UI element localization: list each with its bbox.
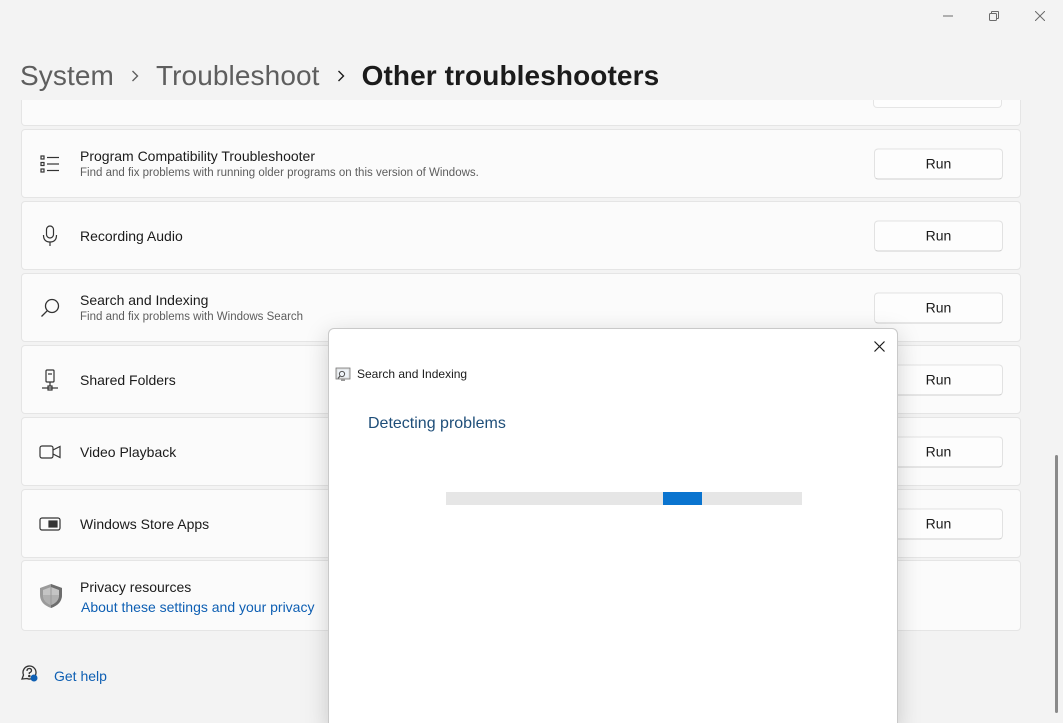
shield-icon — [38, 583, 64, 614]
troubleshooter-title: Video Playback — [80, 443, 177, 460]
run-button-partial[interactable] — [873, 100, 1002, 108]
minimize-button[interactable] — [925, 0, 971, 32]
run-button[interactable]: Run — [874, 220, 1003, 251]
troubleshooter-title: Program Compatibility Troubleshooter — [80, 147, 315, 164]
troubleshooter-recording-audio: Recording Audio Run — [21, 201, 1021, 270]
close-icon — [1035, 11, 1045, 21]
run-button[interactable]: Run — [874, 148, 1003, 179]
privacy-link[interactable]: About these settings and your privacy — [81, 599, 314, 615]
dialog-header: Search and Indexing — [335, 366, 467, 382]
troubleshooter-title: Search and Indexing — [80, 291, 209, 308]
progress-indicator — [663, 492, 702, 505]
dialog-app-title: Search and Indexing — [357, 367, 468, 381]
chevron-right-icon — [337, 70, 345, 82]
troubleshooter-app-icon — [335, 366, 351, 382]
troubleshooter-description: Find and fix problems with running older… — [80, 166, 479, 179]
get-help-label[interactable]: Get help — [54, 668, 107, 684]
list-icon — [39, 153, 61, 175]
scrollbar-thumb[interactable] — [1055, 455, 1058, 713]
page-title: Other troubleshooters — [361, 60, 660, 91]
run-button[interactable]: Run — [874, 292, 1003, 323]
minimize-icon — [943, 15, 953, 17]
privacy-title: Privacy resources — [80, 579, 192, 595]
restore-button[interactable] — [971, 0, 1017, 32]
network-drive-icon — [39, 368, 61, 391]
troubleshooter-description: Find and fix problems with Windows Searc… — [80, 310, 304, 323]
breadcrumb-troubleshoot[interactable]: Troubleshoot — [156, 60, 320, 92]
close-icon — [873, 340, 885, 352]
help-chat-icon — [20, 664, 38, 687]
close-window-button[interactable] — [1017, 0, 1063, 32]
troubleshooter-program-compatibility: Program Compatibility Troubleshooter Fin… — [21, 129, 1021, 198]
progress-bar — [446, 492, 802, 505]
video-camera-icon — [39, 441, 61, 463]
troubleshooter-title: Windows Store Apps — [80, 515, 210, 532]
troubleshooter-title: Recording Audio — [80, 227, 183, 244]
chevron-right-icon — [131, 70, 139, 82]
list-item-partial — [21, 100, 1021, 126]
breadcrumb-system[interactable]: System — [20, 60, 114, 92]
troubleshooter-title: Shared Folders — [80, 371, 176, 388]
dialog-status-text: Detecting problems — [368, 415, 506, 432]
troubleshooter-dialog: Search and Indexing Detecting problems — [328, 328, 898, 723]
dialog-close-button[interactable] — [869, 336, 889, 356]
microphone-icon — [39, 224, 61, 247]
restore-icon — [989, 11, 999, 21]
window-controls — [925, 0, 1063, 32]
get-help-link[interactable]: Get help — [20, 664, 107, 687]
breadcrumb: System Troubleshoot Other troubleshooter… — [20, 58, 659, 94]
search-icon — [39, 297, 61, 319]
store-apps-icon — [39, 513, 61, 535]
